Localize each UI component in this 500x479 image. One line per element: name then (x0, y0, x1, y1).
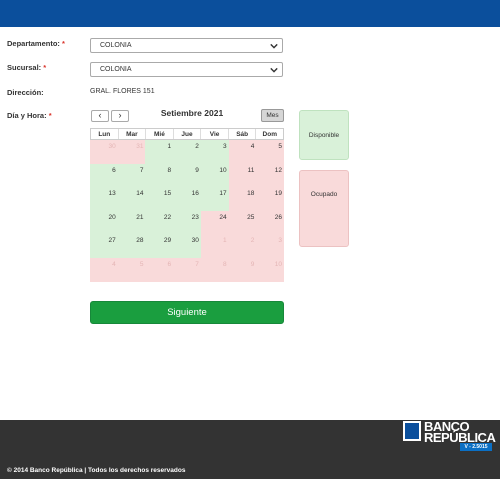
legend-available: Disponible (299, 110, 349, 160)
departamento-label: Departamento: * (7, 39, 65, 48)
chevron-down-icon (270, 67, 278, 73)
footer-copyright: © 2014 Banco República | Todos los derec… (7, 467, 186, 474)
top-header-bar (0, 0, 500, 27)
weekday-label: Lun (91, 129, 119, 139)
calendar-week-row: 27 28 29 30 1 2 3 (90, 234, 285, 258)
calendar-day-cell[interactable]: 15 (145, 187, 174, 211)
calendar-day-cell[interactable]: 29 (145, 234, 174, 258)
calendar-day-cell: 25 (228, 210, 257, 235)
calendar-day-cell: 24 (200, 210, 229, 235)
calendar-day-cell[interactable]: 8 (145, 163, 174, 188)
weekday-label: Mié (146, 129, 174, 139)
calendar-title: Setiembre 2021 (160, 108, 224, 118)
month-view-button[interactable]: Mes (261, 109, 284, 122)
sucursal-value: COLONIA (100, 66, 132, 73)
calendar-day-cell: 2 (228, 234, 257, 258)
calendar-next-button[interactable]: › (111, 110, 129, 122)
calendar-week-row: 13 14 15 16 17 18 19 (90, 187, 285, 211)
calendar-day-cell: 19 (256, 187, 285, 211)
banco-republica-logo: BANCO REPÚBLICA V - 2.5015 (403, 420, 496, 455)
calendar-day-cell[interactable]: 22 (145, 210, 174, 235)
direccion-label: Dirección: (7, 88, 44, 97)
calendar-day-cell: 7 (173, 257, 201, 282)
calendar-day-cell: 1 (200, 234, 229, 258)
version-badge: V - 2.5015 (460, 443, 492, 451)
calendar-day-cell[interactable]: 6 (90, 163, 118, 188)
calendar-weekday-header: Lun Mar Mié Jue Vie Sáb Dom (90, 128, 284, 140)
calendar-grid: Lun Mar Mié Jue Vie Sáb Dom 30 31 1 2 3 4 5 6 7 8 9 10 11 1… (90, 128, 285, 282)
calendar-day-cell: 30 (90, 140, 118, 164)
weekday-label: Mar (119, 129, 147, 139)
calendar-day-cell[interactable]: 16 (173, 187, 201, 211)
calendar-day-cell: 5 (117, 257, 146, 282)
calendar-day-cell[interactable]: 1 (145, 140, 174, 164)
departamento-value: COLONIA (100, 42, 132, 49)
siguiente-button[interactable]: Siguiente (90, 301, 284, 324)
legend-busy: Ocupado (299, 170, 349, 247)
chevron-right-icon: › (118, 110, 122, 120)
calendar-day-cell: 12 (256, 163, 285, 188)
calendar-day-cell[interactable]: 13 (90, 187, 118, 211)
calendar-day-cell: 5 (256, 140, 285, 164)
weekday-label: Sáb (229, 129, 257, 139)
calendar-day-cell: 11 (228, 163, 257, 188)
calendar-day-cell: 4 (228, 140, 257, 164)
calendar-day-cell: 9 (228, 257, 257, 282)
weekday-label: Dom (262, 131, 277, 138)
direccion-value: GRAL. FLORES 151 (90, 88, 155, 95)
chevron-left-icon: ‹ (98, 110, 102, 120)
calendar-body: 30 31 1 2 3 4 5 6 7 8 9 10 11 12 13 14 15 16 17 18 19 20 21 22 2… (90, 140, 285, 282)
calendar-week-row: 4 5 6 7 8 9 10 (90, 257, 285, 282)
calendar-week-row: 20 21 22 23 24 25 26 (90, 210, 285, 235)
calendar-day-cell: 6 (145, 257, 174, 282)
calendar-day-cell[interactable]: 20 (90, 210, 118, 235)
weekday-label: Jue (174, 129, 202, 139)
weekday-label: Vie (201, 129, 229, 139)
calendar-week-row: 30 31 1 2 3 4 5 (90, 140, 285, 164)
dia-hora-label: Día y Hora: * (7, 111, 52, 120)
calendar-day-cell[interactable]: 21 (117, 210, 146, 235)
calendar-day-cell: 4 (90, 257, 118, 282)
calendar-day-cell[interactable]: 14 (117, 187, 146, 211)
calendar-day-cell[interactable]: 23 (173, 210, 201, 235)
calendar-day-cell[interactable]: 17 (200, 187, 229, 211)
calendar-day-cell: 31 (117, 140, 146, 164)
calendar-day-cell[interactable]: 30 (173, 234, 201, 258)
calendar-day-cell: 8 (200, 257, 229, 282)
calendar-day-cell[interactable]: 28 (117, 234, 146, 258)
chevron-down-icon (270, 43, 278, 49)
calendar-day-cell[interactable]: 9 (173, 163, 201, 188)
bank-logo-mark-icon (403, 421, 421, 441)
calendar-day-cell: 18 (228, 187, 257, 211)
calendar-prev-button[interactable]: ‹ (91, 110, 109, 122)
calendar-day-cell: 26 (256, 210, 285, 235)
sucursal-select[interactable]: COLONIA (90, 62, 283, 77)
departamento-select[interactable]: COLONIA (90, 38, 283, 53)
calendar-week-row: 6 7 8 9 10 11 12 (90, 163, 285, 188)
calendar-day-cell[interactable]: 10 (200, 163, 229, 188)
calendar-day-cell[interactable]: 27 (90, 234, 118, 258)
calendar-day-cell: 10 (256, 257, 285, 282)
sucursal-label: Sucursal: * (7, 63, 47, 72)
calendar-day-cell[interactable]: 2 (173, 140, 201, 164)
logo-line2: REPÚBLICA (424, 430, 496, 445)
calendar-day-cell[interactable]: 7 (117, 163, 146, 188)
calendar-day-cell[interactable]: 3 (200, 140, 229, 164)
calendar-day-cell: 3 (256, 234, 285, 258)
